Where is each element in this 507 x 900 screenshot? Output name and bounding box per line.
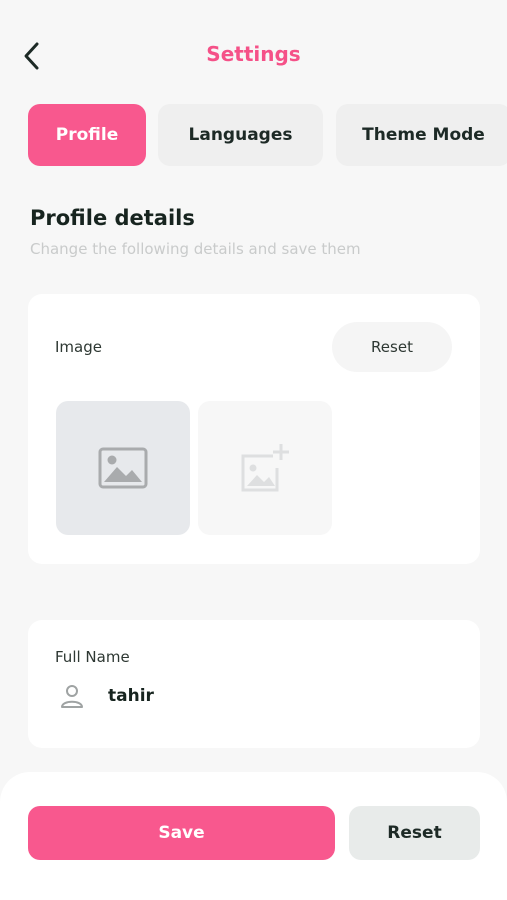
section-subtitle: Change the following details and save th… bbox=[30, 240, 361, 258]
image-card: Image Reset bbox=[28, 294, 480, 564]
tab-bar: Profile Languages Theme Mode bbox=[28, 104, 507, 166]
add-image-icon bbox=[241, 444, 289, 492]
settings-screen: Settings Profile Languages Theme Mode Pr… bbox=[0, 0, 507, 900]
reset-button[interactable]: Reset bbox=[349, 806, 480, 860]
tab-profile[interactable]: Profile bbox=[28, 104, 146, 166]
add-image-slot[interactable] bbox=[198, 401, 332, 535]
image-reset-button[interactable]: Reset bbox=[332, 322, 452, 372]
full-name-label: Full Name bbox=[55, 648, 130, 666]
page-title: Settings bbox=[206, 42, 301, 66]
full-name-value: tahir bbox=[108, 686, 154, 706]
image-icon bbox=[98, 447, 148, 489]
user-icon bbox=[58, 682, 86, 710]
tab-theme-mode[interactable]: Theme Mode bbox=[336, 104, 507, 166]
section-title: Profile details bbox=[30, 206, 195, 230]
header: Settings bbox=[0, 0, 507, 100]
full-name-field[interactable]: tahir bbox=[58, 682, 154, 710]
tab-languages[interactable]: Languages bbox=[158, 104, 323, 166]
full-name-card: Full Name tahir bbox=[28, 620, 480, 748]
image-label: Image bbox=[55, 338, 102, 356]
save-button[interactable]: Save bbox=[28, 806, 335, 860]
image-preview bbox=[56, 401, 190, 535]
bottom-action-bar: Save Reset bbox=[0, 772, 507, 900]
